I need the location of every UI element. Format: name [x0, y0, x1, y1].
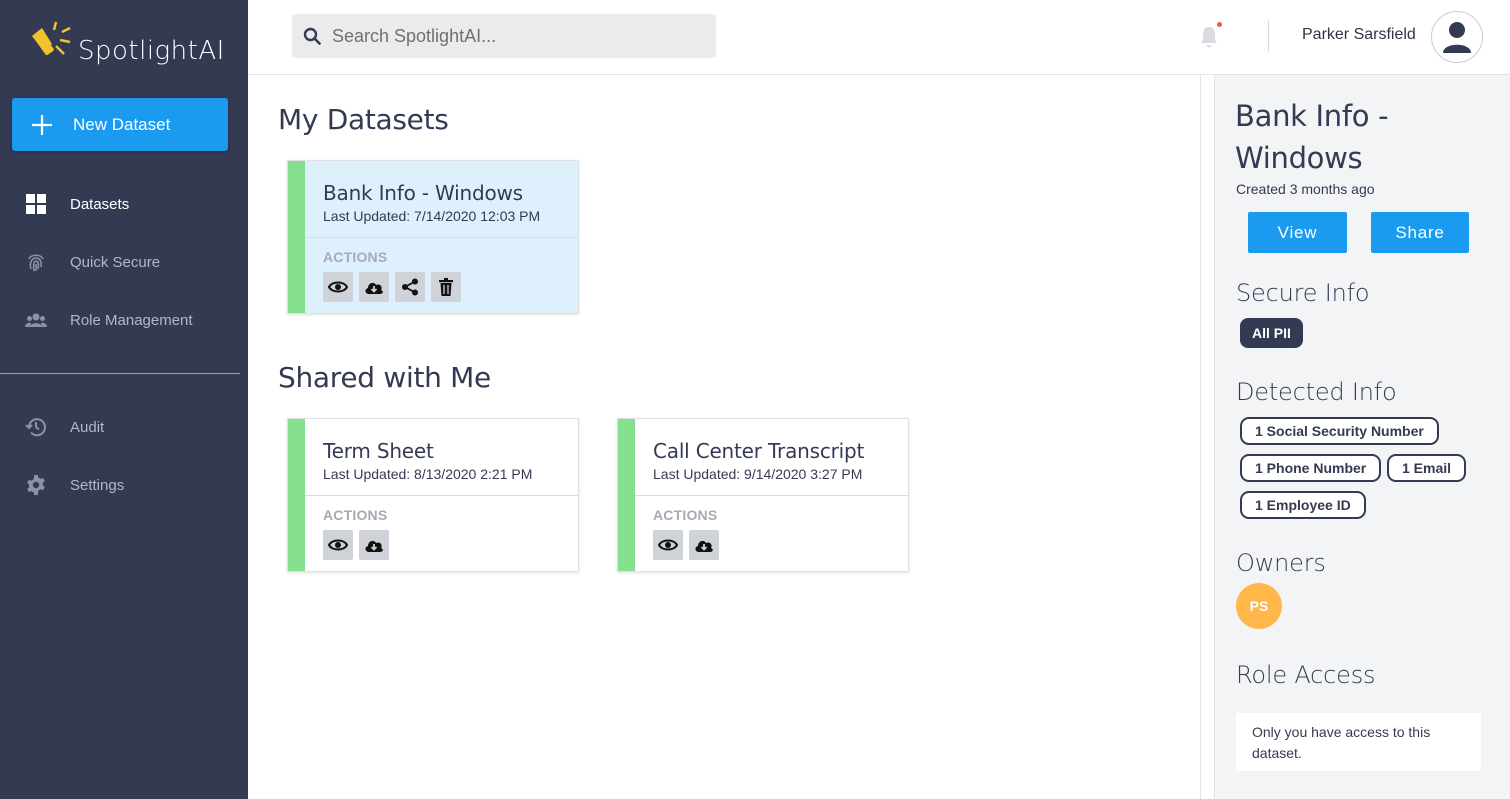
- dataset-detail-panel: Bank Info - Windows Created 3 months ago…: [1214, 75, 1510, 799]
- app-name: SpotlightAI: [78, 36, 225, 66]
- share-icon: [402, 278, 418, 296]
- actions-label: ACTIONS: [323, 507, 388, 523]
- shared-with-me-heading: Shared with Me: [278, 361, 491, 394]
- user-avatar[interactable]: [1431, 11, 1483, 63]
- sidebar-item-label: Quick Secure: [70, 253, 161, 271]
- sidebar-item-quick-secure[interactable]: Quick Secure: [0, 242, 248, 282]
- dataset-updated: Last Updated: 8/13/2020 2:21 PM: [323, 466, 533, 482]
- trash-icon: [439, 278, 453, 296]
- dataset-title: Call Center Transcript: [653, 439, 865, 463]
- search-input[interactable]: [332, 25, 702, 47]
- card-divider: [305, 495, 578, 496]
- sidebar: SpotlightAI New Dataset Datasets Quick S…: [0, 0, 248, 799]
- dataset-updated: Last Updated: 9/14/2020 3:27 PM: [653, 466, 863, 482]
- fingerprint-icon: [24, 250, 48, 274]
- card-divider: [305, 237, 578, 238]
- eye-icon: [328, 539, 348, 551]
- cloud-download-icon: [365, 540, 383, 552]
- notifications-button[interactable]: [1198, 22, 1222, 48]
- dataset-card[interactable]: Term Sheet Last Updated: 8/13/2020 2:21 …: [287, 418, 579, 572]
- actions-label: ACTIONS: [323, 249, 388, 265]
- history-icon: [24, 415, 48, 439]
- sidebar-item-audit[interactable]: Audit: [0, 407, 248, 447]
- card-stripe: [288, 419, 305, 571]
- sidebar-item-role-management[interactable]: Role Management: [0, 300, 248, 340]
- dataset-card[interactable]: Call Center Transcript Last Updated: 9/1…: [617, 418, 909, 572]
- role-access-heading: Role Access: [1236, 661, 1376, 689]
- top-bar: Parker Sarsfield: [248, 0, 1510, 75]
- card-stripe: [288, 161, 305, 313]
- new-dataset-button[interactable]: New Dataset: [12, 98, 228, 151]
- detected-info-tag: 1 Phone Number: [1240, 454, 1382, 482]
- bell-icon: [1201, 27, 1217, 48]
- role-access-text: Only you have access to this dataset.: [1236, 713, 1481, 771]
- sidebar-item-settings[interactable]: Settings: [0, 465, 248, 505]
- dataset-card[interactable]: Bank Info - Windows Last Updated: 7/14/2…: [287, 160, 579, 314]
- sidebar-divider: [0, 373, 240, 374]
- view-dataset-button[interactable]: View: [1248, 212, 1347, 253]
- sidebar-item-datasets[interactable]: Datasets: [0, 184, 248, 224]
- card-actions: [323, 530, 389, 560]
- view-button[interactable]: [323, 272, 353, 302]
- dataset-title: Term Sheet: [323, 439, 434, 463]
- cloud-download-icon: [695, 540, 713, 552]
- new-dataset-label: New Dataset: [73, 114, 171, 134]
- dataset-title: Bank Info - Windows: [323, 181, 523, 205]
- owners-heading: Owners: [1236, 549, 1326, 577]
- download-button[interactable]: [359, 530, 389, 560]
- eye-icon: [658, 539, 678, 551]
- cloud-download-icon: [365, 282, 383, 294]
- card-actions: [653, 530, 719, 560]
- dataset-updated: Last Updated: 7/14/2020 12:03 PM: [323, 208, 541, 224]
- search-box[interactable]: [292, 14, 716, 58]
- user-icon: [1443, 22, 1471, 53]
- notification-dot: [1217, 22, 1222, 27]
- card-divider: [635, 495, 908, 496]
- card-stripe: [618, 419, 635, 571]
- spotlight-logo-icon: [32, 21, 71, 55]
- share-dataset-button[interactable]: Share: [1371, 212, 1469, 253]
- detected-info-heading: Detected Info: [1236, 378, 1397, 406]
- grid-icon: [24, 192, 48, 216]
- eye-icon: [328, 281, 348, 293]
- delete-button[interactable]: [431, 272, 461, 302]
- panel-divider: [1200, 75, 1201, 799]
- detected-info-tag: 1 Email: [1387, 454, 1467, 482]
- view-button[interactable]: [653, 530, 683, 560]
- actions-label: ACTIONS: [653, 507, 718, 523]
- people-icon: [24, 308, 48, 332]
- secure-info-tag: All PII: [1240, 318, 1303, 348]
- detail-created: Created 3 months ago: [1236, 181, 1375, 197]
- download-button[interactable]: [359, 272, 389, 302]
- sidebar-item-label: Datasets: [70, 195, 130, 213]
- owner-avatar[interactable]: PS: [1236, 583, 1282, 629]
- sidebar-item-label: Audit: [70, 418, 105, 436]
- download-button[interactable]: [689, 530, 719, 560]
- detected-info-tag: 1 Employee ID: [1240, 491, 1366, 519]
- share-button[interactable]: [395, 272, 425, 302]
- user-name: Parker Sarsfield: [1302, 26, 1416, 43]
- sidebar-item-label: Role Management: [70, 311, 193, 329]
- my-datasets-heading: My Datasets: [278, 103, 449, 136]
- view-button[interactable]: [323, 530, 353, 560]
- detected-info-tag: 1 Social Security Number: [1240, 417, 1439, 445]
- secure-info-heading: Secure Info: [1236, 279, 1370, 307]
- detail-title: Bank Info - Windows: [1235, 99, 1389, 175]
- plus-icon: [12, 114, 72, 136]
- gear-icon: [24, 473, 48, 497]
- sidebar-item-label: Settings: [70, 476, 125, 494]
- search-icon: [292, 27, 332, 45]
- card-actions: [323, 272, 461, 302]
- header-divider: [1268, 20, 1269, 52]
